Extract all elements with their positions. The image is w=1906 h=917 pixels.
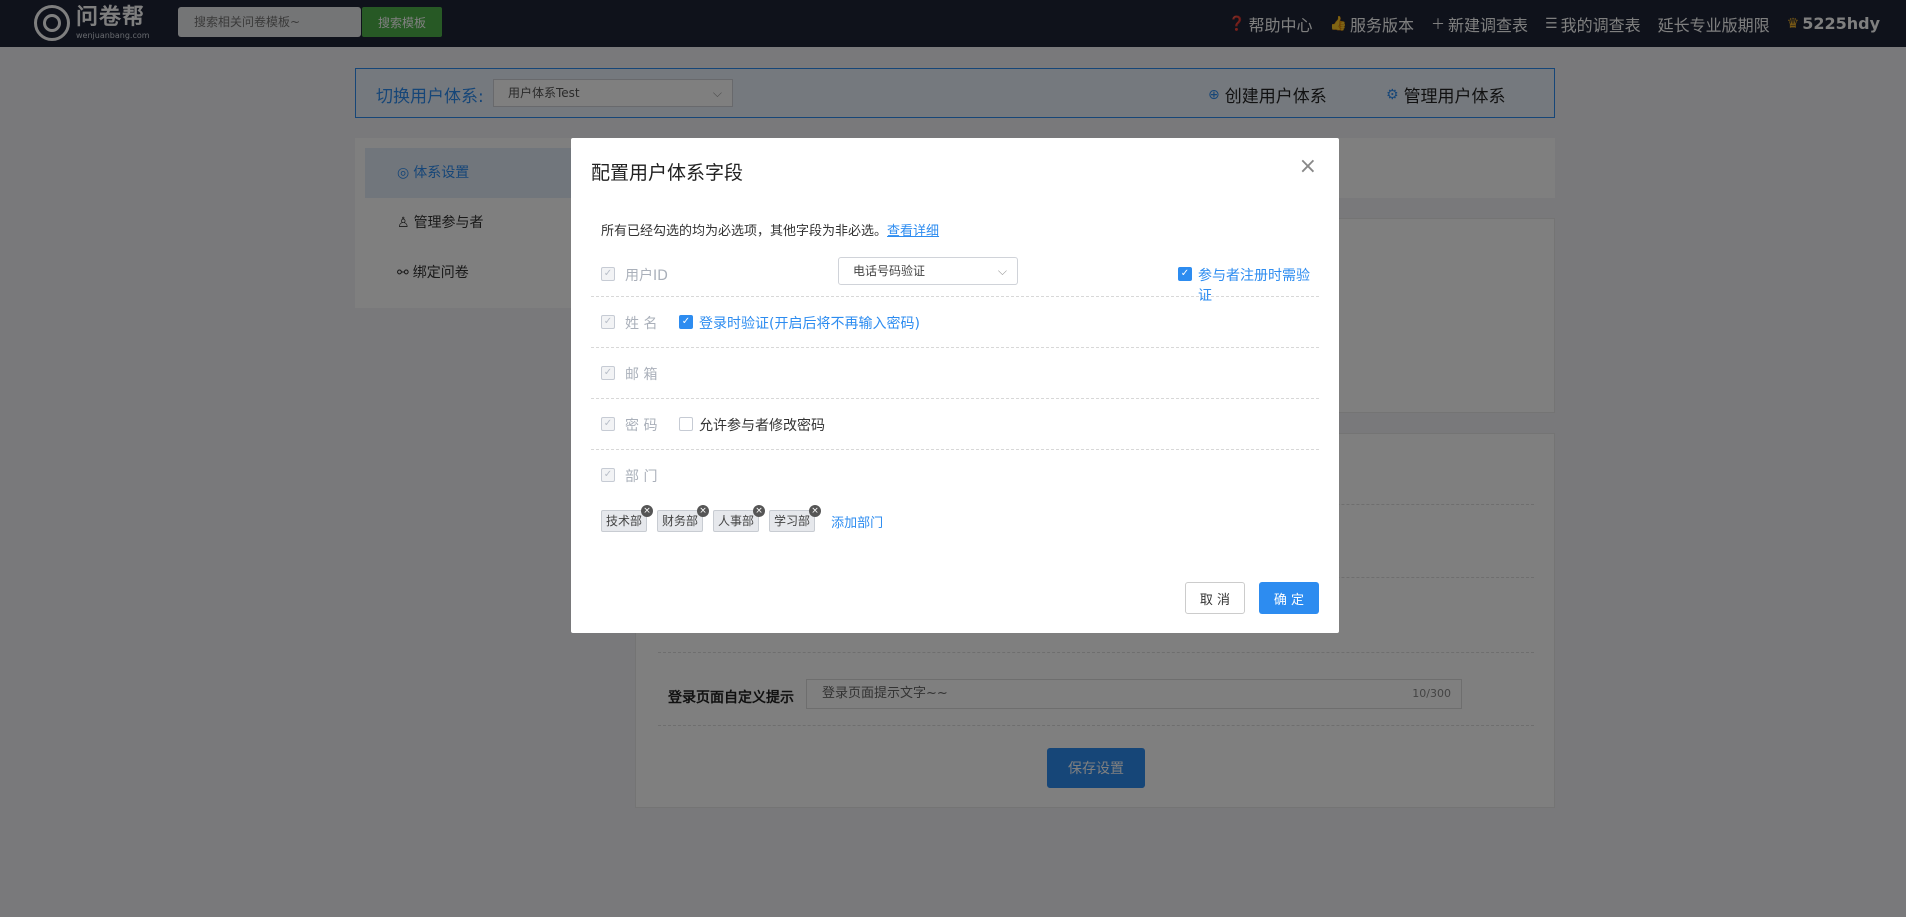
dialog-title: 配置用户体系字段 [591, 162, 744, 184]
field-name: 用户ID [625, 268, 668, 284]
department-tag: 人事部 × [713, 505, 766, 532]
close-icon[interactable]: × [1299, 154, 1317, 179]
department-tag-label: 学习部 [774, 514, 811, 528]
allow-change-password-label: 允许参与者修改密码 [699, 418, 825, 434]
register-verify-checkbox[interactable]: ✓ [1178, 267, 1192, 281]
check-icon: ✓ [601, 315, 615, 329]
field-name: 姓 名 [625, 316, 658, 332]
department-tag: 财务部 × [657, 505, 710, 532]
check-icon: ✓ [601, 468, 615, 482]
department-tag: 技术部 × [601, 505, 654, 532]
dialog-description: 所有已经勾选的均为必选项，其他字段为非必选。查看详细 [601, 220, 939, 239]
remove-tag-icon[interactable]: × [697, 505, 710, 517]
verify-method-select[interactable]: 电话号码验证 ⌵ [838, 257, 1018, 285]
allow-change-password-checkbox[interactable] [679, 417, 693, 431]
department-tag-label: 财务部 [662, 514, 699, 528]
check-icon: ✓ [601, 366, 615, 380]
login-verify-checkbox[interactable]: ✓ [679, 315, 693, 329]
field-name: 部 门 [625, 469, 658, 485]
confirm-button[interactable]: 确 定 [1259, 582, 1319, 614]
field-row-email: ✓ 邮 箱 [591, 348, 1319, 399]
configure-fields-dialog: 配置用户体系字段 × 所有已经勾选的均为必选项，其他字段为非必选。查看详细 ✓ … [571, 138, 1339, 633]
field-name: 密 码 [625, 418, 658, 434]
field-row-name: ✓ 姓 名 ✓ 登录时验证(开启后将不再输入密码) [591, 297, 1319, 348]
check-icon: ✓ [601, 417, 615, 431]
description-text: 所有已经勾选的均为必选项，其他字段为非必选。 [601, 224, 888, 239]
remove-tag-icon[interactable]: × [641, 505, 654, 517]
check-icon: ✓ [601, 267, 615, 281]
chevron-down-icon: ⌵ [997, 264, 1007, 278]
department-tag: 学习部 × [769, 505, 822, 532]
remove-tag-icon[interactable]: × [753, 505, 766, 517]
add-department-link[interactable]: 添加部门 [831, 512, 883, 531]
login-verify-label: 登录时验证(开启后将不再输入密码) [699, 316, 920, 332]
remove-tag-icon[interactable]: × [809, 505, 822, 517]
department-tag-label: 人事部 [718, 514, 755, 528]
field-name: 邮 箱 [625, 367, 658, 383]
cancel-button[interactable]: 取 消 [1185, 582, 1245, 614]
view-detail-link[interactable]: 查看详细 [887, 224, 939, 239]
field-row-department: ✓ 部 门 [591, 450, 1319, 501]
field-row-user-id: ✓ 用户ID 电话号码验证 ⌵ ✓ 参与者注册时需验证 [591, 249, 1319, 304]
field-row-password: ✓ 密 码 允许参与者修改密码 [591, 399, 1319, 450]
department-tags: 技术部 × 财务部 × 人事部 × 学习部 × 添加部门 [601, 505, 883, 532]
verify-method-selected: 电话号码验证 [853, 264, 926, 278]
department-tag-label: 技术部 [606, 514, 643, 528]
